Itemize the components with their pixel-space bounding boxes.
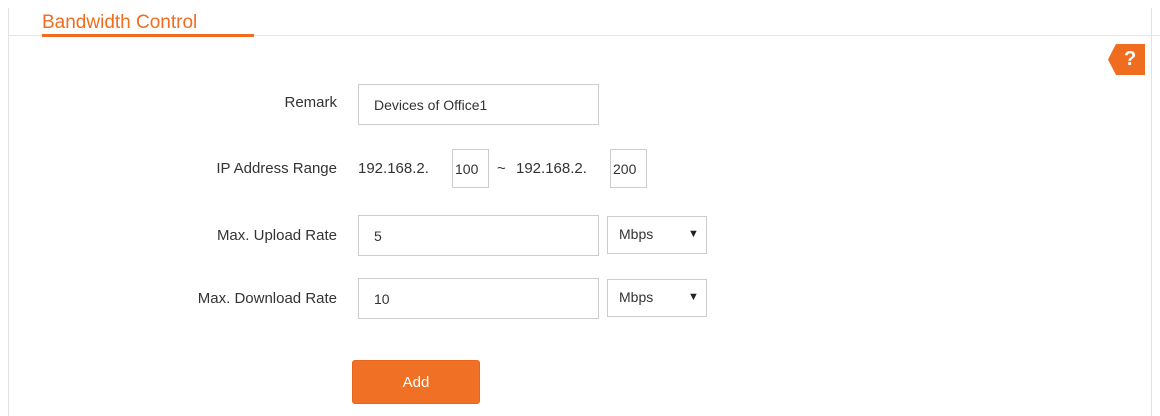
add-button[interactable]: Add xyxy=(352,360,480,404)
section-title: Bandwidth Control xyxy=(42,12,198,33)
upload-rate-input[interactable] xyxy=(358,215,599,256)
download-rate-label: Max. Download Rate xyxy=(197,290,337,307)
download-unit-value: Mbps xyxy=(619,289,654,305)
dropdown-arrow-icon: ▼ xyxy=(688,291,699,303)
remark-input[interactable] xyxy=(358,84,599,125)
ip-end-prefix: 192.168.2. xyxy=(516,160,587,177)
question-icon: ? xyxy=(1124,48,1137,70)
download-unit-select[interactable]: Mbps ▼ xyxy=(607,279,707,317)
upload-rate-label: Max. Upload Rate xyxy=(216,227,337,244)
remark-label: Remark xyxy=(284,94,337,111)
upload-unit-select[interactable]: Mbps ▼ xyxy=(607,216,707,254)
help-button[interactable]: ? xyxy=(1108,44,1145,75)
ip-start-prefix: 192.168.2. xyxy=(358,160,429,177)
ip-range-separator: ~ xyxy=(497,160,506,177)
upload-unit-value: Mbps xyxy=(619,226,654,242)
download-rate-input[interactable] xyxy=(358,278,599,319)
dropdown-arrow-icon: ▼ xyxy=(688,228,699,240)
ip-start-octet-input[interactable] xyxy=(452,149,489,188)
title-underline xyxy=(42,34,254,37)
bandwidth-control-panel xyxy=(8,8,1152,416)
ip-end-octet-input[interactable] xyxy=(610,149,647,188)
ip-range-label: IP Address Range xyxy=(216,160,337,177)
